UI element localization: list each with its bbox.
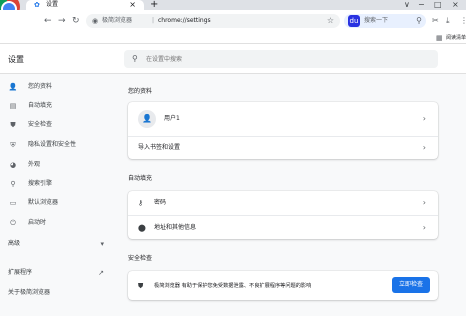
check-now-button[interactable]: 立即检查: [392, 277, 430, 293]
sidebar-item-label: 默认浏览器: [28, 199, 59, 206]
scissors-icon[interactable]: ✂: [432, 16, 439, 26]
section-title-profile: 您的资料: [128, 88, 153, 95]
autofill-icon: ▤: [9, 102, 17, 110]
sidebar-item-advanced[interactable]: 高级: [8, 239, 20, 249]
sidebar-item-search-engine[interactable]: ⚲ 搜索引擎: [0, 174, 118, 194]
new-tab-button[interactable]: +: [150, 0, 158, 10]
menu-icon[interactable]: ⋮: [460, 16, 466, 26]
sidebar-item-privacy[interactable]: ⛨ 隐私设置和安全性: [0, 135, 118, 155]
reading-list-label[interactable]: 阅读清单: [446, 34, 466, 42]
sidebar-item-profile[interactable]: 👤 您的资料: [0, 77, 118, 97]
key-icon: ⚷: [138, 199, 144, 207]
search-box[interactable]: du 搜索一下 ⚲: [344, 14, 426, 28]
user-name: 用户1: [164, 115, 180, 122]
search-icon: ⚲: [10, 180, 16, 188]
passwords-label: 密码: [154, 199, 167, 206]
sidebar-item-appearance[interactable]: ◕ 外观: [0, 155, 118, 175]
sidebar-item-safety-check[interactable]: ⛊ 安全检查: [0, 115, 118, 135]
settings-search[interactable]: ⚲: [124, 50, 438, 68]
address-bar[interactable]: ◉ 极简浏览器 | chrome://settings ☆: [86, 14, 340, 28]
reload-icon[interactable]: ↻: [72, 15, 80, 27]
bookmarks-bar: ▦ 阅读清单: [0, 32, 466, 44]
addresses-label: 地址和其他信息: [154, 224, 197, 231]
site-name: 极简浏览器: [102, 17, 133, 24]
search-engine-logo-icon: du: [348, 15, 360, 27]
back-icon[interactable]: ←: [44, 15, 52, 27]
browser-icon: ▭: [9, 199, 17, 207]
url-text[interactable]: chrome://settings: [158, 17, 211, 25]
download-icon[interactable]: ⤓: [446, 16, 450, 26]
toolbar: ← → ↻ ◉ 极简浏览器 | chrome://settings ☆ du 搜…: [0, 10, 466, 32]
minimize-button[interactable]: −: [418, 0, 425, 10]
sidebar-item-label: 自动填充: [28, 102, 53, 109]
shield-icon: ⛊: [138, 282, 144, 290]
autofill-card: ⚷ 密码 › ⬤ 地址和其他信息 ›: [128, 191, 438, 239]
palette-icon: ◕: [9, 161, 17, 169]
bookmark-star-icon[interactable]: ☆: [327, 16, 334, 26]
chevron-down-icon[interactable]: ▾: [100, 239, 104, 249]
settings-search-input[interactable]: [146, 52, 426, 66]
sidebar-item-label: 搜索引擎: [28, 180, 53, 187]
sidebar-item-default-browser[interactable]: ▭ 默认浏览器: [0, 193, 118, 213]
chevron-right-icon: ›: [422, 223, 426, 232]
gear-icon: ✿: [34, 1, 40, 9]
search-placeholder[interactable]: 搜索一下: [364, 17, 388, 25]
shield-icon: ⛊: [10, 121, 16, 129]
section-title-autofill: 自动填充: [128, 175, 153, 182]
section-title-safety: 安全检查: [128, 255, 153, 262]
forward-icon[interactable]: →: [58, 15, 66, 27]
profile-row-user[interactable]: 👤 用户1 ›: [128, 102, 438, 136]
tab-strip: ✿ 设置 × + ∨ − □ ×: [0, 0, 466, 20]
autofill-row-addresses[interactable]: ⬤ 地址和其他信息 ›: [128, 215, 438, 239]
search-icon: ⚲: [132, 54, 138, 63]
profile-card: 👤 用户1 › 导入书签和设置 ›: [128, 102, 438, 159]
sidebar: 👤 您的资料 ▤ 自动填充 ⛊ 安全检查 ⛨ 隐私设置和安全性 ◕ 外观 ⚲ 搜…: [0, 75, 118, 316]
chevron-right-icon: ›: [422, 114, 426, 123]
search-go-icon[interactable]: ⚲: [416, 16, 422, 26]
sidebar-item-label: 您的资料: [28, 83, 53, 90]
external-link-icon[interactable]: ↗: [98, 268, 104, 278]
safety-check-text: 极简浏览器 有助于保护您免受数据泄露、不良扩展程序等问题的影响: [154, 283, 312, 289]
location-pin-icon: ⬤: [138, 224, 146, 232]
tab-close-icon[interactable]: ×: [129, 0, 136, 10]
url-separator: |: [152, 17, 155, 24]
autofill-row-passwords[interactable]: ⚷ 密码 ›: [128, 191, 438, 215]
avatar: 👤: [138, 110, 156, 128]
privacy-shield-icon: ⛨: [10, 141, 16, 149]
site-info-icon[interactable]: ◉: [92, 16, 98, 26]
sidebar-item-label: 启动时: [28, 219, 47, 226]
safety-check-card: ⛊ 极简浏览器 有助于保护您免受数据泄露、不良扩展程序等问题的影响 立即检查: [128, 271, 438, 300]
person-icon: 👤: [8, 83, 18, 91]
chevron-right-icon: ›: [422, 143, 426, 152]
page-title: 设置: [8, 55, 24, 64]
tab-title: 设置: [46, 1, 59, 8]
tab-settings[interactable]: ✿ 设置 ×: [26, 0, 144, 10]
sidebar-item-label: 安全检查: [28, 121, 53, 128]
import-label: 导入书签和设置: [138, 144, 181, 151]
sidebar-item-extensions[interactable]: 扩展程序: [8, 268, 32, 278]
sidebar-item-about[interactable]: 关于极简浏览器: [8, 288, 50, 298]
close-window-button[interactable]: ×: [452, 0, 459, 10]
settings-header: 设置 ⚲: [0, 44, 466, 74]
chevron-right-icon: ›: [422, 198, 426, 207]
sidebar-item-on-startup[interactable]: ⏻ 启动时: [0, 213, 118, 233]
tab-search-icon[interactable]: ∨: [404, 0, 410, 10]
maximize-button[interactable]: □: [434, 0, 442, 10]
sidebar-item-label: 外观: [28, 161, 41, 168]
profile-row-import[interactable]: 导入书签和设置 ›: [128, 136, 438, 159]
power-icon: ⏻: [10, 219, 16, 227]
reading-list-icon[interactable]: ▦: [436, 34, 443, 42]
sidebar-item-autofill[interactable]: ▤ 自动填充: [0, 96, 118, 116]
sidebar-item-label: 隐私设置和安全性: [28, 141, 77, 148]
